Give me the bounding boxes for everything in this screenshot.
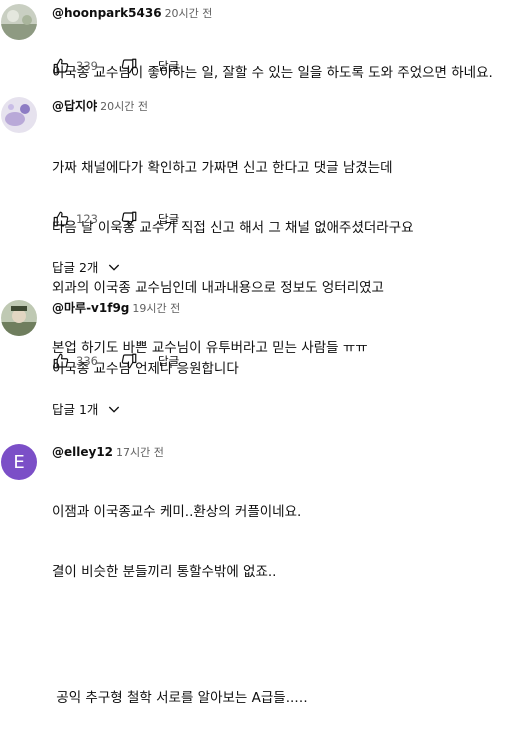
comment-author[interactable]: @elley12: [52, 445, 113, 459]
comment-time[interactable]: 20시간 전: [100, 100, 148, 113]
replies-toggle-label: 답글 1개: [52, 402, 99, 417]
reply-button[interactable]: 답글: [158, 58, 179, 74]
avatar[interactable]: E: [1, 444, 37, 480]
comment-text-line: [52, 622, 308, 642]
reply-button[interactable]: 답글: [158, 353, 179, 369]
comment-author[interactable]: @답지야: [52, 99, 97, 113]
avatar[interactable]: [1, 4, 37, 40]
like-count: 336: [76, 354, 98, 368]
reply-button[interactable]: 답글: [158, 211, 179, 227]
replies-toggle[interactable]: 답글 2개: [52, 257, 122, 276]
comment-author[interactable]: @마루-v1f9g: [52, 301, 129, 315]
dislike-icon[interactable]: [120, 57, 138, 75]
like-icon[interactable]: [52, 210, 70, 228]
comment-text-line: 외과의 이국종 교수님인데 내과내용으로 정보도 엉터리였고: [52, 280, 384, 296]
like-icon[interactable]: [52, 57, 70, 75]
chevron-down-icon: [109, 264, 120, 271]
comment-time[interactable]: 19시간 전: [132, 302, 180, 315]
comment-text-line: 가짜 채널에다가 확인하고 가짜면 신고 한다고 댓글 남겼는데: [52, 160, 393, 176]
avatar-letter: E: [13, 451, 25, 473]
dislike-icon[interactable]: [120, 352, 138, 370]
comment-text: 이잼과 이국종교수 케미..환상의 커플이네요. 결이 비슷한 분들끼리 통할수…: [52, 462, 308, 748]
avatar[interactable]: [1, 300, 37, 336]
comment-text-line: 공익 추구형 철학 서로를 알아보는 A급들..…: [52, 690, 308, 706]
comment-time[interactable]: 17시간 전: [116, 446, 164, 459]
chevron-down-icon: [109, 406, 120, 413]
avatar[interactable]: [1, 97, 37, 133]
like-count: 339: [76, 59, 98, 73]
comment-author[interactable]: @hoonpark5436: [52, 6, 162, 20]
comment-text-line: 결이 비슷한 분들끼리 통할수밖에 없죠..: [52, 564, 277, 580]
replies-toggle[interactable]: 답글 1개: [52, 399, 122, 418]
dislike-icon[interactable]: [120, 210, 138, 228]
like-count: 123: [76, 212, 98, 226]
comment-time[interactable]: 20시간 전: [165, 7, 213, 20]
replies-toggle-label: 답글 2개: [52, 260, 99, 275]
like-icon[interactable]: [52, 352, 70, 370]
comment-text-line: 이잼과 이국종교수 케미..환상의 커플이네요.: [52, 504, 302, 520]
